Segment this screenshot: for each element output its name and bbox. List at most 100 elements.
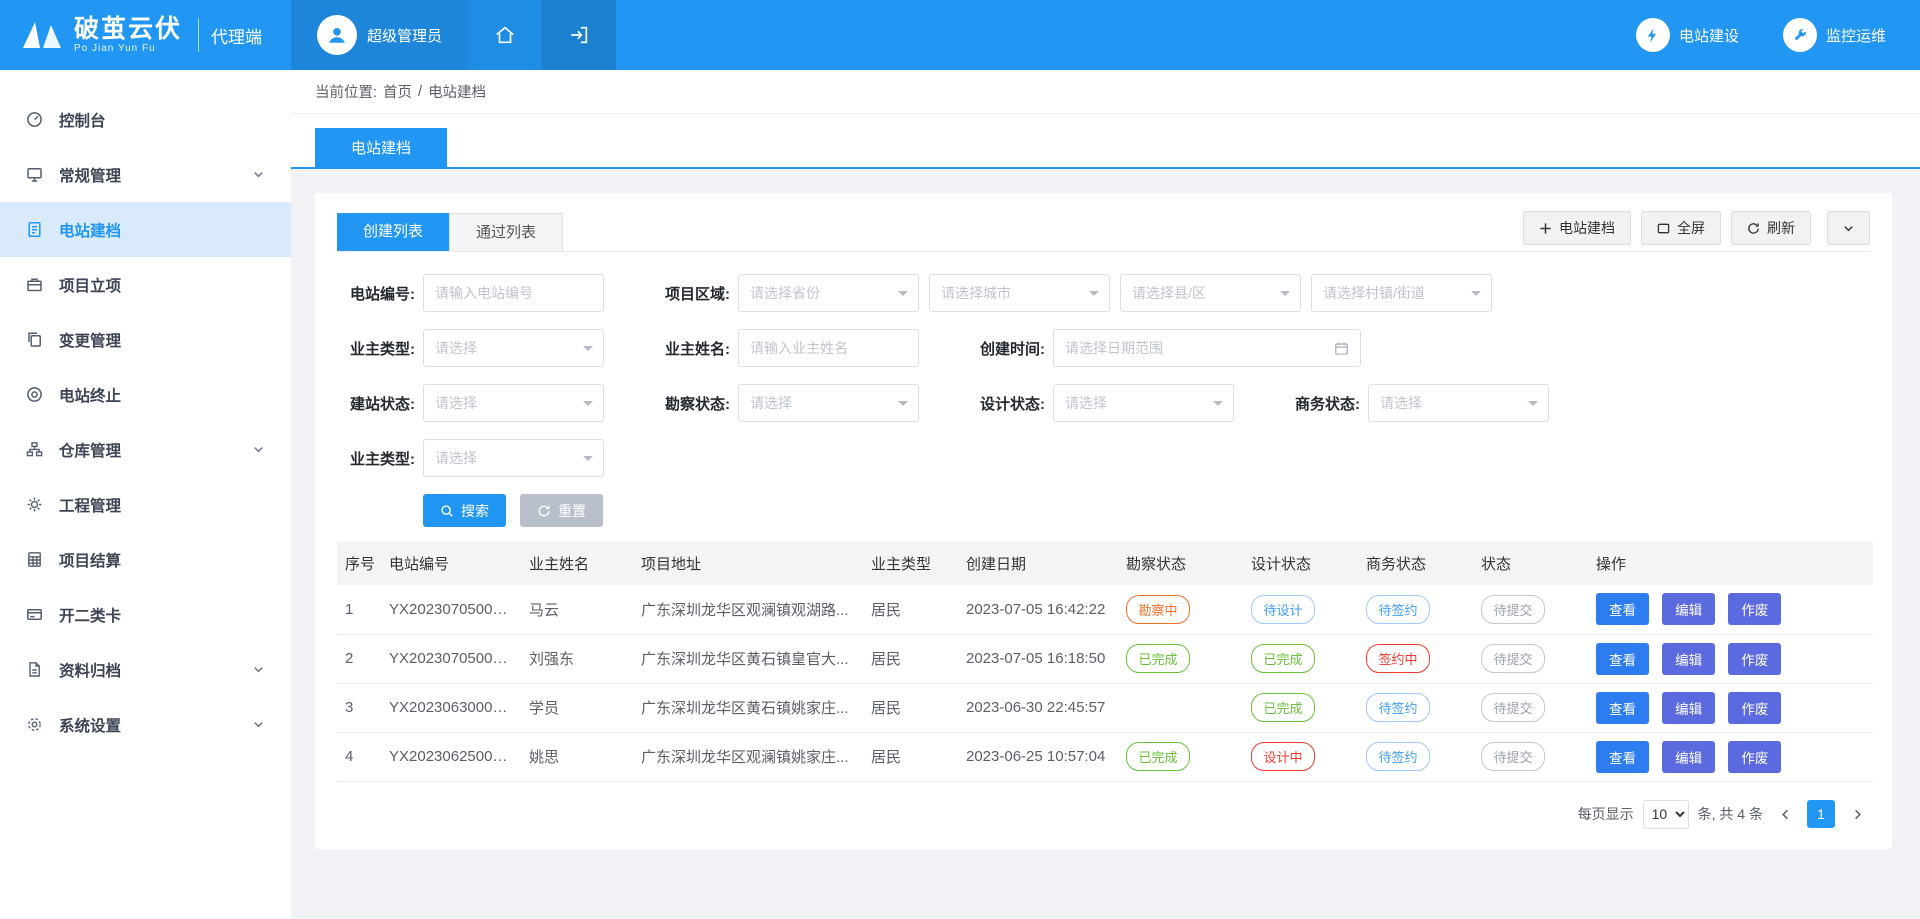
top-header: 破茧云伏 Po Jian Yun Fu 代理端 超级管理员 电站建设 监控运维	[0, 0, 1920, 70]
address-cell: 广东深圳龙华区黄石镇皇官大...	[633, 634, 863, 683]
view-button[interactable]: 查看	[1596, 593, 1649, 625]
brand-logo-icon	[20, 19, 64, 51]
view-button[interactable]: 查看	[1596, 692, 1649, 724]
user-menu[interactable]: 超级管理员	[291, 0, 468, 70]
survey-status-select[interactable]: 请选择	[738, 384, 919, 422]
tab-create-list[interactable]: 创建列表	[337, 213, 449, 251]
search-button[interactable]: 搜索	[423, 494, 506, 527]
nav-monitor-ops[interactable]: 监控运维	[1761, 0, 1920, 70]
panel-toolbar: 电站建档 全屏 刷新	[1513, 211, 1870, 251]
sidebar-item-engineering[interactable]: 工程管理	[0, 477, 291, 532]
refresh-button[interactable]: 刷新	[1731, 211, 1811, 245]
table-row: 4 YX2023062500004 姚思 广东深圳龙华区观澜镇姚家庄... 居民…	[337, 732, 1873, 781]
breadcrumb-home-link[interactable]: 首页	[383, 81, 412, 102]
town-select[interactable]: 请选择村镇/街道	[1311, 274, 1492, 312]
owner-type-select[interactable]: 请选择	[423, 329, 604, 367]
sidebar-item-label: 工程管理	[59, 494, 121, 516]
search-icon	[440, 504, 454, 518]
province-select[interactable]: 请选择省份	[738, 274, 919, 312]
chevron-down-icon	[252, 663, 265, 676]
col-header: 状态	[1473, 541, 1588, 585]
sidebar-item-station-termination[interactable]: 电站终止	[0, 367, 291, 422]
per-page-label: 每页显示	[1578, 804, 1634, 824]
page-tab-bar: 电站建档	[291, 114, 1920, 169]
build-status-label: 建站状态:	[337, 393, 415, 414]
business-status-select[interactable]: 请选择	[1368, 384, 1549, 422]
void-button[interactable]: 作废	[1728, 692, 1781, 724]
design-status-select[interactable]: 请选择	[1053, 384, 1234, 422]
brand-subtitle: Po Jian Yun Fu	[74, 44, 182, 55]
sidebar-item-general-management[interactable]: 常规管理	[0, 147, 291, 202]
page-tab-station-filing[interactable]: 电站建档	[315, 128, 447, 167]
sidebar-item-type2-card[interactable]: 开二类卡	[0, 587, 291, 642]
next-page-button[interactable]	[1844, 800, 1870, 828]
breadcrumb-separator: /	[418, 84, 422, 100]
sidebar-item-project-initiation[interactable]: 项目立项	[0, 257, 291, 312]
user-avatar-icon	[317, 15, 357, 55]
edit-button[interactable]: 编辑	[1662, 643, 1715, 675]
station-no-cell: YX2023063000009	[381, 683, 521, 732]
sidebar-item-station-filing[interactable]: 电站建档	[0, 202, 291, 257]
station-no-cell: YX2023070500010	[381, 634, 521, 683]
plus-icon	[1539, 222, 1552, 235]
add-station-button[interactable]: 电站建档	[1523, 211, 1631, 245]
address-cell: 广东深圳龙华区观澜镇姚家庄...	[633, 732, 863, 781]
sidebar-item-label: 电站建档	[59, 219, 121, 241]
address-cell: 广东深圳龙华区观澜镇观湖路...	[633, 585, 863, 634]
district-select[interactable]: 请选择县/区	[1120, 274, 1301, 312]
breadcrumb-prefix: 当前位置:	[315, 81, 377, 102]
sidebar-item-label: 控制台	[59, 109, 106, 131]
sidebar-item-label: 资料归档	[59, 659, 121, 681]
owner-type-cell: 居民	[863, 585, 958, 634]
stop-circle-icon	[26, 386, 45, 403]
prev-page-button[interactable]	[1772, 800, 1798, 828]
view-button[interactable]: 查看	[1596, 643, 1649, 675]
void-button[interactable]: 作废	[1728, 593, 1781, 625]
create-time-range-input[interactable]: 请选择日期范围	[1053, 329, 1361, 367]
owner-name-input[interactable]	[738, 329, 919, 367]
build-status-select[interactable]: 请选择	[423, 384, 604, 422]
edit-button[interactable]: 编辑	[1662, 593, 1715, 625]
page-number-button[interactable]: 1	[1807, 800, 1835, 828]
col-header: 设计状态	[1243, 541, 1358, 585]
city-select[interactable]: 请选择城市	[929, 274, 1110, 312]
edit-button[interactable]: 编辑	[1662, 741, 1715, 773]
nav-station-build[interactable]: 电站建设	[1614, 0, 1761, 70]
per-page-select[interactable]: 10	[1643, 800, 1689, 829]
reset-icon	[537, 504, 551, 518]
settings-icon	[26, 716, 45, 733]
design-status-badge: 已完成	[1251, 644, 1315, 673]
fullscreen-button[interactable]: 全屏	[1641, 211, 1721, 245]
created-cell: 2023-06-25 10:57:04	[958, 732, 1118, 781]
brand-logo: 破茧云伏 Po Jian Yun Fu 代理端	[0, 0, 291, 70]
sidebar-item-console[interactable]: 控制台	[0, 92, 291, 147]
owner-cell: 学员	[521, 683, 633, 732]
collapse-filters-button[interactable]	[1827, 211, 1870, 245]
view-button[interactable]: 查看	[1596, 741, 1649, 773]
void-button[interactable]: 作废	[1728, 643, 1781, 675]
station-no-input[interactable]	[423, 274, 604, 312]
void-button[interactable]: 作废	[1728, 741, 1781, 773]
owner-type-2-select[interactable]: 请选择	[423, 439, 604, 477]
sidebar-item-warehouse[interactable]: 仓库管理	[0, 422, 291, 477]
sidebar-item-label: 电站终止	[59, 384, 121, 406]
sidebar-item-settlement[interactable]: 项目结算	[0, 532, 291, 587]
home-button[interactable]	[468, 0, 542, 70]
col-header: 创建日期	[958, 541, 1118, 585]
owner-type-2-label: 业主类型:	[337, 448, 415, 469]
quick-link-label: 电站建设	[1679, 25, 1739, 46]
tab-passed-list[interactable]: 通过列表	[449, 213, 563, 251]
user-name: 超级管理员	[367, 25, 442, 46]
calculator-icon	[26, 551, 45, 568]
sidebar-item-archives[interactable]: 资料归档	[0, 642, 291, 697]
reset-button[interactable]: 重置	[520, 494, 603, 527]
survey-status-label: 勘察状态:	[652, 393, 730, 414]
created-cell: 2023-07-05 16:18:50	[958, 634, 1118, 683]
logout-button[interactable]	[542, 0, 616, 70]
edit-button[interactable]: 编辑	[1662, 692, 1715, 724]
sidebar-item-label: 项目结算	[59, 549, 121, 571]
col-header: 勘察状态	[1118, 541, 1243, 585]
status-badge: 待提交	[1481, 644, 1545, 673]
sidebar-item-change-management[interactable]: 变更管理	[0, 312, 291, 367]
sidebar-item-settings[interactable]: 系统设置	[0, 697, 291, 752]
